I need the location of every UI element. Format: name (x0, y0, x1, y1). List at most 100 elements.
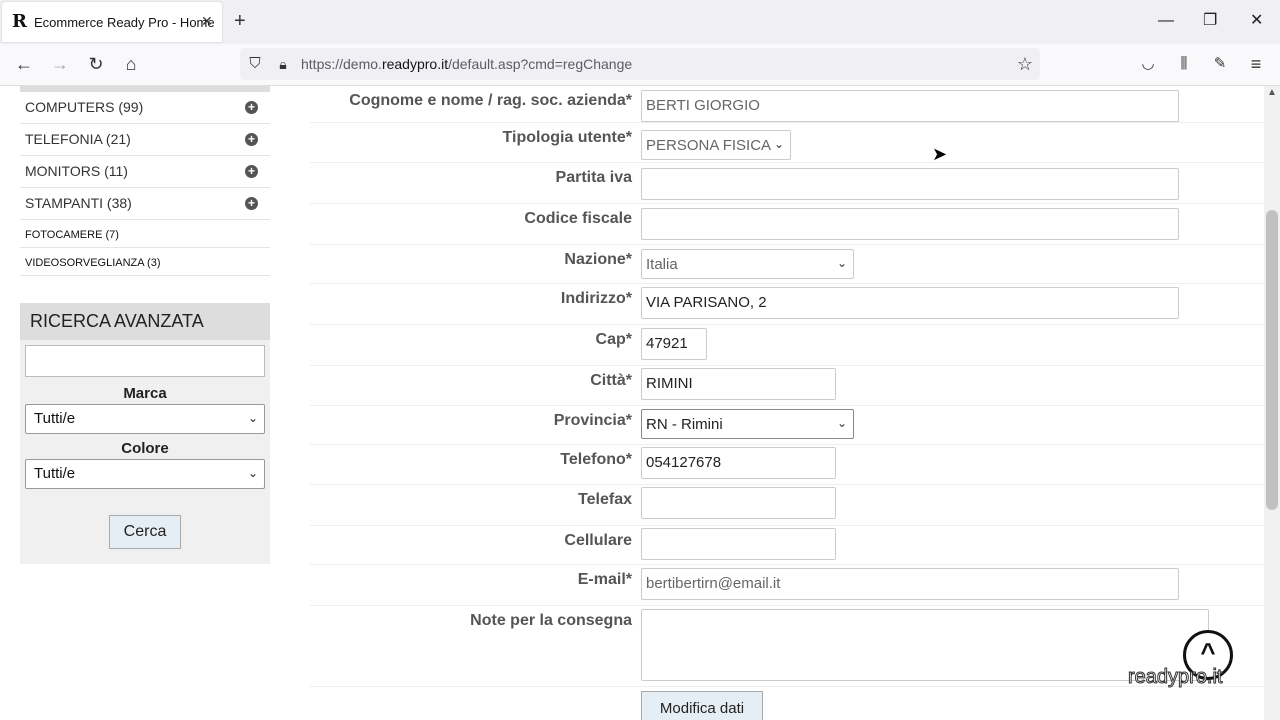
marca-select[interactable]: Tutti/e ⌄ (25, 404, 265, 434)
note-textarea[interactable] (641, 609, 1209, 681)
reload-icon[interactable]: ↻ (86, 54, 106, 74)
brand-logo-text: readypro.it (1128, 666, 1223, 689)
chevron-down-icon: ⌄ (247, 411, 258, 425)
provincia-label: Provincia* (553, 412, 632, 429)
form-row-cf: Codice fiscale (310, 204, 1264, 245)
scrollbar-thumb[interactable] (1266, 210, 1278, 510)
library-icon[interactable]: ⫼ (1174, 54, 1194, 74)
home-icon[interactable]: ⌂ (121, 54, 141, 74)
form-row-email: E-mail* bertibertirn@email.it (310, 565, 1264, 606)
telefono-field[interactable]: 054127678 (641, 447, 836, 479)
url-text: https://demo.readypro.it/default.asp?cmd… (301, 56, 632, 72)
colore-select[interactable]: Tutti/e ⌄ (25, 459, 265, 489)
category-item[interactable]: FOTOCAMERE (7) (20, 220, 270, 248)
citta-value: RIMINI (646, 375, 693, 392)
chevron-down-icon: ⌄ (836, 416, 847, 430)
chevron-down-icon: ⌄ (836, 256, 847, 270)
indirizzo-field[interactable]: VIA PARISANO, 2 (641, 287, 1179, 319)
category-item[interactable]: TELEFONIA (21) + (20, 124, 270, 156)
expand-plus-icon[interactable]: + (245, 165, 258, 178)
bookmark-star-icon[interactable]: ☆ (1015, 54, 1035, 74)
url-path: /default.asp?cmd=regChange (448, 56, 633, 72)
minimize-icon[interactable]: — (1158, 12, 1174, 30)
email-value: bertibertirn@email.it (646, 575, 781, 592)
piva-label: Partita iva (555, 169, 632, 186)
form-row-indirizzo: Indirizzo* VIA PARISANO, 2 (310, 284, 1264, 325)
expand-plus-icon[interactable]: + (245, 133, 258, 146)
extensions-icon[interactable]: ✎ (1210, 54, 1230, 74)
category-label[interactable]: MONITORS (11) (25, 163, 128, 179)
form-row-provincia: Provincia* RN - Rimini ⌄ (310, 406, 1264, 445)
provincia-value: RN - Rimini (646, 416, 723, 433)
indirizzo-value: VIA PARISANO, 2 (646, 294, 767, 311)
lock-icon[interactable]: 🔒︎ (273, 54, 293, 74)
browser-nav-bar: ← → ↻ ⌂ ⛉ 🔒︎ https://demo.readypro.it/de… (0, 44, 1280, 86)
advanced-search-panel: RICERCA AVANZATA Marca Tutti/e ⌄ Colore T… (20, 303, 270, 564)
page-scrollbar[interactable]: ▲ (1264, 86, 1280, 720)
chevron-down-icon: ⌄ (773, 137, 784, 151)
category-label[interactable]: TELEFONIA (21) (25, 131, 131, 147)
nazione-select[interactable]: Italia ⌄ (641, 249, 854, 279)
menu-icon[interactable]: ≡ (1246, 54, 1266, 74)
category-label[interactable]: VIDEOSORVEGLIANZA (3) (25, 257, 161, 269)
form-row-tipologia: Tipologia utente* PERSONA FISICA ⌄ (310, 123, 1264, 163)
category-label[interactable]: COMPUTERS (99) (25, 99, 143, 115)
citta-field[interactable]: RIMINI (641, 368, 836, 400)
nazione-value: Italia (646, 256, 678, 273)
nome-field[interactable]: BERTI GIORGIO (641, 90, 1179, 122)
category-item[interactable]: MONITORS (11) + (20, 156, 270, 188)
colore-value: Tutti/e (34, 465, 76, 482)
piva-field[interactable] (641, 168, 1179, 200)
back-icon[interactable]: ← (14, 54, 34, 74)
form-row-citta: Città* RIMINI (310, 366, 1264, 406)
category-menu: COMPUTERS (99) + TELEFONIA (21) + MONITORS… (20, 86, 270, 276)
cap-value: 47921 (646, 335, 688, 352)
chevron-up-icon: ^ (1200, 637, 1216, 667)
close-tab-icon[interactable]: ✕ (201, 13, 213, 30)
chevron-down-icon: ⌄ (247, 466, 258, 480)
restore-icon[interactable]: ❐ (1203, 12, 1217, 30)
category-item[interactable]: COMPUTERS (99) + (20, 92, 270, 124)
close-window-icon[interactable]: ✕ (1250, 12, 1263, 30)
modifica-dati-button[interactable]: Modifica dati (641, 691, 763, 720)
tipologia-select[interactable]: PERSONA FISICA ⌄ (641, 130, 791, 160)
category-label[interactable]: FOTOCAMERE (7) (25, 229, 119, 241)
url-bar[interactable]: ⛉ 🔒︎ https://demo.readypro.it/default.as… (240, 48, 1040, 80)
forward-icon[interactable]: → (50, 54, 70, 74)
nazione-label: Nazione* (564, 251, 632, 268)
citta-label: Città* (590, 372, 632, 389)
url-domain: readypro.it (381, 56, 449, 72)
search-input[interactable] (25, 345, 265, 377)
telefax-field[interactable] (641, 487, 836, 519)
telefax-label: Telefax (578, 491, 632, 508)
tipologia-value: PERSONA FISICA (646, 137, 772, 154)
cap-field[interactable]: 47921 (641, 328, 707, 360)
browser-tab-bar: R Ecommerce Ready Pro - Home ✕ + — ❐ ✕ (0, 0, 1280, 44)
cerca-button[interactable]: Cerca (109, 515, 181, 549)
category-item[interactable]: STAMPANTI (38) + (20, 188, 270, 220)
email-field[interactable]: bertibertirn@email.it (641, 568, 1179, 600)
form-row-telefono: Telefono* 054127678 (310, 445, 1264, 485)
shield-icon[interactable]: ⛉ (245, 54, 265, 74)
url-prefix: https://demo. (301, 56, 382, 72)
indirizzo-label: Indirizzo* (560, 290, 632, 307)
provincia-select[interactable]: RN - Rimini ⌄ (641, 409, 854, 439)
expand-plus-icon[interactable]: + (245, 101, 258, 114)
cf-label: Codice fiscale (524, 210, 632, 227)
form-row-piva: Partita iva (310, 163, 1264, 204)
cellulare-field[interactable] (641, 528, 836, 560)
colore-label: Colore (121, 440, 169, 457)
form-row-note: Note per la consegna (310, 606, 1264, 687)
advanced-search-title: RICERCA AVANZATA (20, 303, 270, 340)
category-label[interactable]: STAMPANTI (38) (25, 195, 132, 211)
pocket-icon[interactable]: ◡ (1138, 54, 1158, 74)
cf-field[interactable] (641, 208, 1179, 240)
new-tab-icon[interactable]: + (234, 10, 246, 32)
browser-tab[interactable]: R Ecommerce Ready Pro - Home ✕ (2, 2, 222, 42)
scroll-up-icon[interactable]: ▲ (1267, 87, 1277, 98)
form-row-telefax: Telefax (310, 485, 1264, 526)
expand-plus-icon[interactable]: + (245, 197, 258, 210)
form-row-nazione: Nazione* Italia ⌄ (310, 245, 1264, 284)
category-item[interactable]: VIDEOSORVEGLIANZA (3) (20, 248, 270, 276)
tab-title: Ecommerce Ready Pro - Home (34, 15, 215, 30)
